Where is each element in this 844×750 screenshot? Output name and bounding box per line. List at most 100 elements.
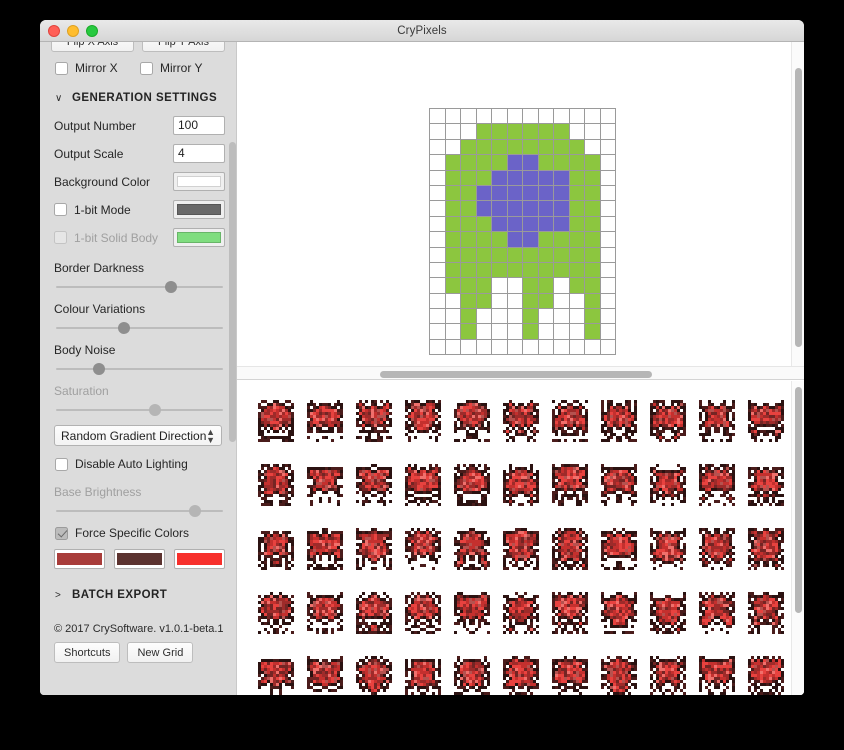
sprite-thumbnail[interactable] bbox=[300, 456, 349, 514]
sprite-thumbnail[interactable] bbox=[545, 456, 594, 514]
results-vertical-scrollbar[interactable] bbox=[791, 381, 804, 695]
pixel-cell[interactable] bbox=[430, 201, 445, 216]
pixel-cell[interactable] bbox=[569, 278, 584, 293]
pixel-cell[interactable] bbox=[461, 124, 476, 139]
pixel-cell[interactable] bbox=[461, 278, 476, 293]
pixel-cell[interactable] bbox=[523, 201, 538, 216]
pixel-cell[interactable] bbox=[492, 124, 507, 139]
sprite-thumbnail[interactable] bbox=[496, 648, 545, 695]
pixel-cell[interactable] bbox=[461, 185, 476, 201]
pixel-cell[interactable] bbox=[445, 247, 460, 262]
border-darkness-slider[interactable] bbox=[56, 281, 223, 293]
pixel-cell[interactable] bbox=[538, 201, 553, 216]
pixel-cell[interactable] bbox=[569, 216, 584, 232]
pixel-cell[interactable] bbox=[492, 170, 507, 185]
pixel-cell[interactable] bbox=[585, 247, 600, 262]
body-noise-slider[interactable] bbox=[56, 363, 223, 375]
sprite-thumbnail[interactable] bbox=[643, 456, 692, 514]
pixel-cell[interactable] bbox=[538, 124, 553, 139]
pixel-cell[interactable] bbox=[492, 232, 507, 247]
pixel-cell[interactable] bbox=[600, 170, 615, 185]
sprite-thumbnail[interactable] bbox=[741, 520, 790, 578]
editor-vertical-scrollbar[interactable] bbox=[791, 42, 804, 366]
pixel-cell[interactable] bbox=[569, 293, 584, 309]
pixel-cell[interactable] bbox=[523, 185, 538, 201]
pixel-cell[interactable] bbox=[476, 232, 491, 247]
pixel-cell[interactable] bbox=[569, 201, 584, 216]
output-number-input[interactable]: 100 bbox=[173, 116, 225, 135]
pixel-cell[interactable] bbox=[461, 216, 476, 232]
sprite-thumbnail[interactable] bbox=[496, 584, 545, 642]
pixel-cell[interactable] bbox=[523, 109, 538, 124]
pixel-cell[interactable] bbox=[507, 185, 522, 201]
saturation-slider[interactable] bbox=[56, 404, 223, 416]
sprite-thumbnail[interactable] bbox=[398, 648, 447, 695]
pixel-cell[interactable] bbox=[476, 109, 491, 124]
sprite-thumbnail[interactable] bbox=[594, 584, 643, 642]
pixel-cell[interactable] bbox=[600, 139, 615, 155]
pixel-cell[interactable] bbox=[476, 155, 491, 170]
sprite-thumbnail[interactable] bbox=[643, 648, 692, 695]
pixel-cell[interactable] bbox=[476, 139, 491, 155]
pixel-cell[interactable] bbox=[476, 309, 491, 324]
pixel-cell[interactable] bbox=[445, 232, 460, 247]
pixel-cell[interactable] bbox=[445, 216, 460, 232]
pixel-cell[interactable] bbox=[430, 185, 445, 201]
forced-color-swatch-2[interactable] bbox=[114, 549, 165, 569]
pixel-cell[interactable] bbox=[554, 262, 569, 278]
pixel-cell[interactable] bbox=[461, 232, 476, 247]
sprite-thumbnail[interactable] bbox=[496, 456, 545, 514]
mirror-y-checkbox[interactable] bbox=[140, 61, 153, 75]
pixel-cell[interactable] bbox=[585, 109, 600, 124]
pixel-cell[interactable] bbox=[569, 139, 584, 155]
one-bit-mode-checkbox-row[interactable]: 1-bit Mode bbox=[54, 203, 131, 217]
pixel-cell[interactable] bbox=[569, 247, 584, 262]
pixel-cell[interactable] bbox=[523, 247, 538, 262]
pixel-cell[interactable] bbox=[461, 109, 476, 124]
pixel-cell[interactable] bbox=[585, 185, 600, 201]
pixel-cell[interactable] bbox=[492, 155, 507, 170]
editor-horizontal-scrollbar-thumb[interactable] bbox=[380, 371, 652, 378]
sprite-thumbnail[interactable] bbox=[349, 648, 398, 695]
pixel-cell[interactable] bbox=[507, 324, 522, 339]
pixel-cell[interactable] bbox=[538, 139, 553, 155]
batch-export-header[interactable]: > BATCH EXPORT bbox=[55, 589, 225, 601]
pixel-cell[interactable] bbox=[538, 262, 553, 278]
editor-vertical-scrollbar-thumb[interactable] bbox=[795, 67, 802, 347]
pixel-cell[interactable] bbox=[430, 262, 445, 278]
sprite-thumbnail[interactable] bbox=[398, 392, 447, 450]
pixel-cell[interactable] bbox=[492, 109, 507, 124]
pixel-cell[interactable] bbox=[569, 185, 584, 201]
pixel-cell[interactable] bbox=[554, 339, 569, 355]
new-grid-button[interactable]: New Grid bbox=[127, 642, 194, 663]
pixel-cell[interactable] bbox=[507, 339, 522, 355]
sprite-thumbnail[interactable] bbox=[594, 520, 643, 578]
pixel-cell[interactable] bbox=[445, 324, 460, 339]
pixel-cell[interactable] bbox=[523, 339, 538, 355]
sprite-thumbnail[interactable] bbox=[349, 520, 398, 578]
pixel-cell[interactable] bbox=[492, 309, 507, 324]
pixel-cell[interactable] bbox=[538, 339, 553, 355]
pixel-cell[interactable] bbox=[445, 185, 460, 201]
sprite-thumbnail[interactable] bbox=[300, 520, 349, 578]
pixel-cell[interactable] bbox=[476, 247, 491, 262]
pixel-grid[interactable] bbox=[429, 108, 616, 356]
sprite-thumbnail[interactable] bbox=[643, 520, 692, 578]
sprite-thumbnail[interactable] bbox=[643, 392, 692, 450]
pixel-cell[interactable] bbox=[600, 216, 615, 232]
pixel-cell[interactable] bbox=[538, 216, 553, 232]
pixel-cell[interactable] bbox=[492, 278, 507, 293]
pixel-cell[interactable] bbox=[507, 232, 522, 247]
pixel-cell[interactable] bbox=[461, 247, 476, 262]
pixel-cell[interactable] bbox=[585, 339, 600, 355]
pixel-cell[interactable] bbox=[507, 262, 522, 278]
pixel-cell[interactable] bbox=[476, 185, 491, 201]
pixel-cell[interactable] bbox=[585, 124, 600, 139]
pixel-cell[interactable] bbox=[461, 262, 476, 278]
pixel-cell[interactable] bbox=[507, 170, 522, 185]
output-scale-input[interactable]: 4 bbox=[173, 144, 225, 163]
sprite-thumbnail[interactable] bbox=[545, 520, 594, 578]
pixel-cell[interactable] bbox=[523, 155, 538, 170]
pixel-cell[interactable] bbox=[585, 278, 600, 293]
pixel-cell[interactable] bbox=[600, 278, 615, 293]
